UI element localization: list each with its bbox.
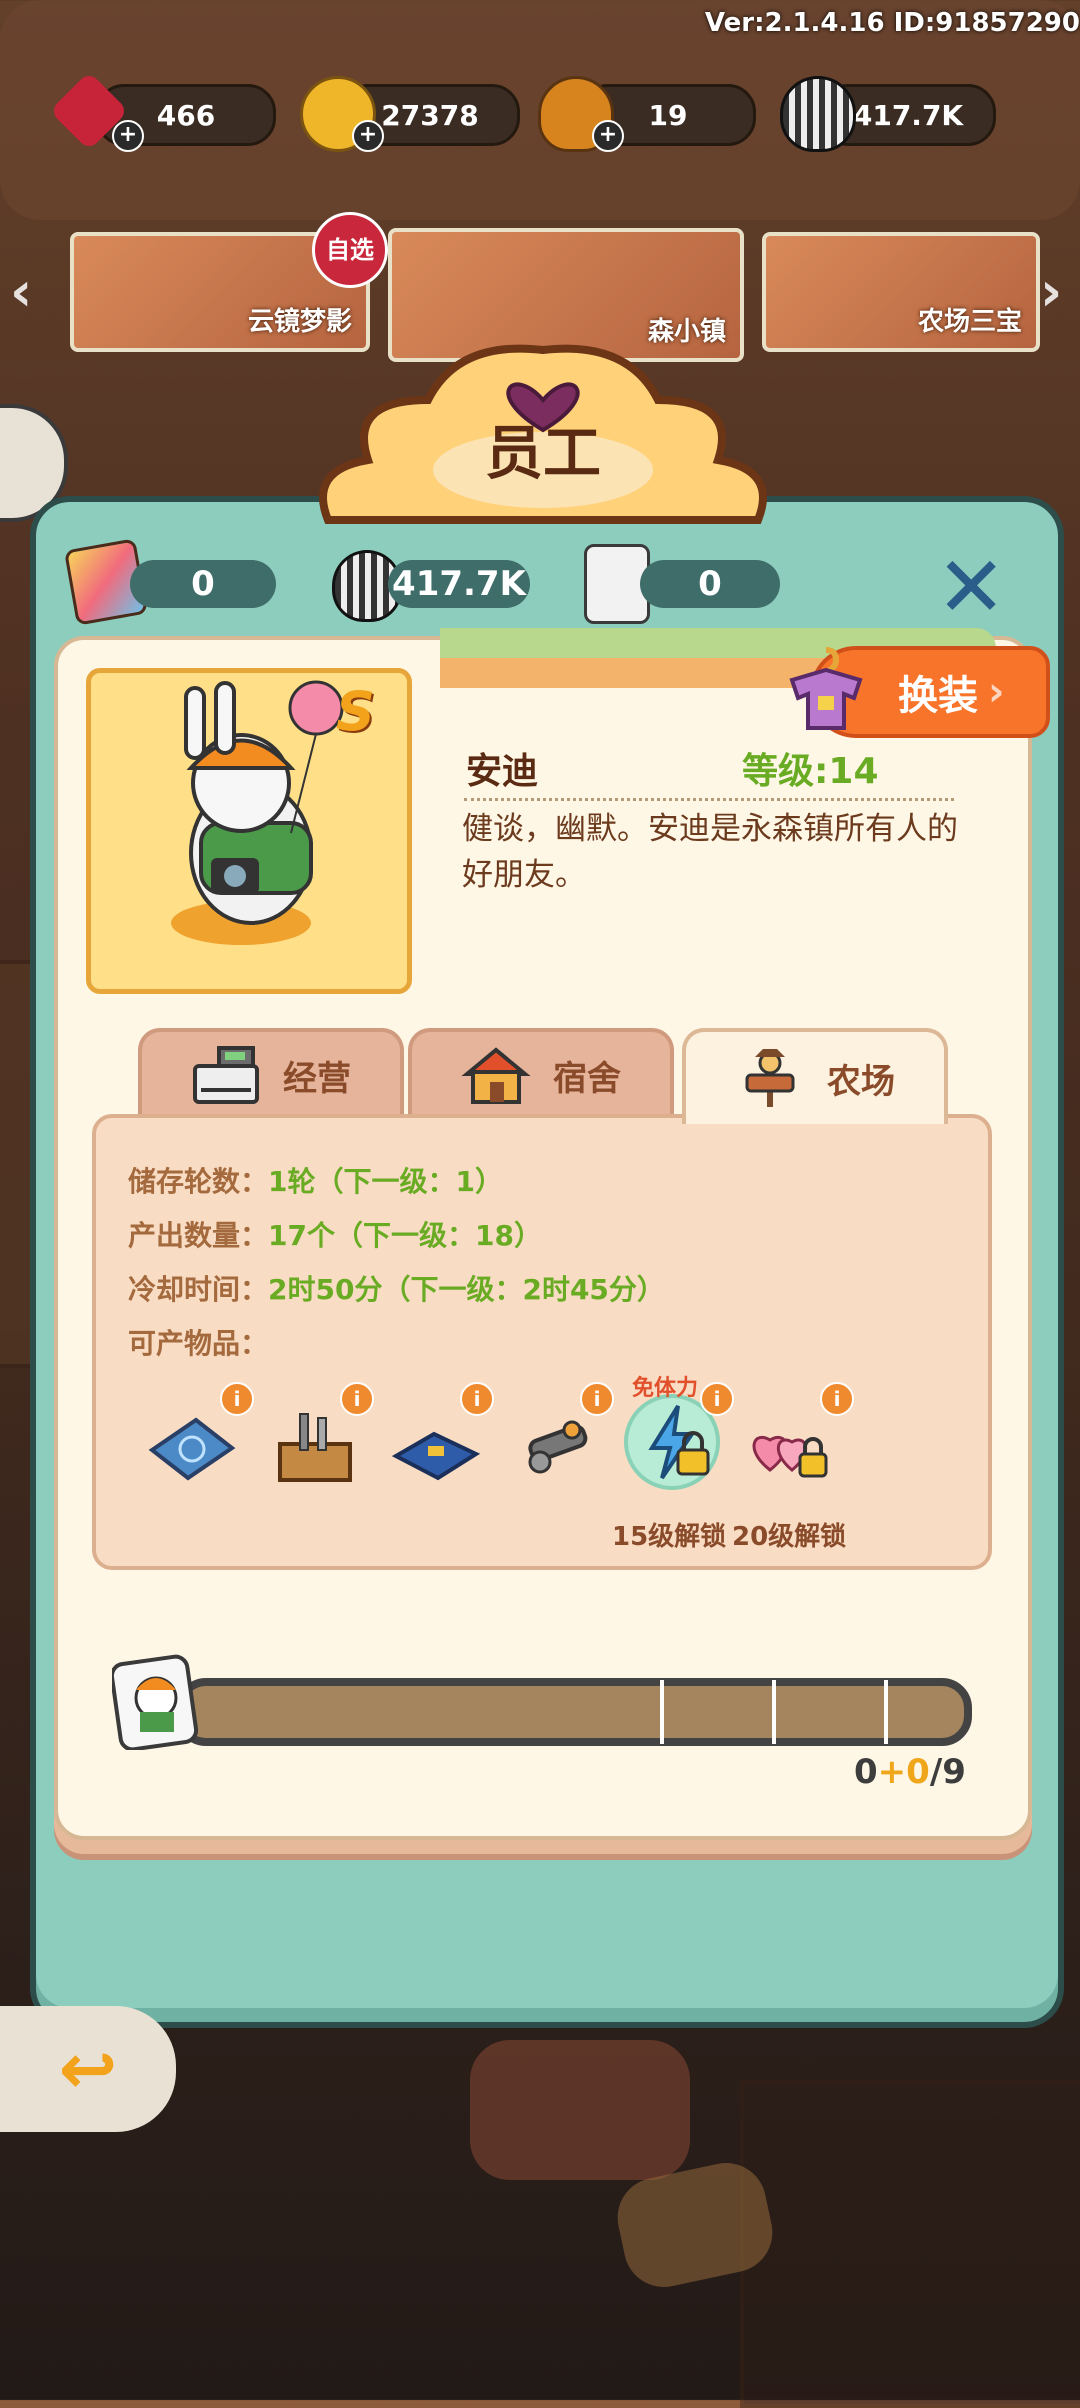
- character-level: 等级:14: [742, 751, 879, 792]
- character-description: 健谈，幽默。安迪是永森镇所有人的好朋友。: [462, 811, 958, 893]
- storage-rounds-value: 1轮（下一级：1）: [268, 1165, 503, 1198]
- cooldown-label: 冷却时间：: [128, 1273, 269, 1306]
- progress-tick: [660, 1680, 664, 1744]
- storage-rounds-row: 储存轮数：1轮（下一级：1）: [128, 1160, 503, 1200]
- chevron-right-icon: ›: [988, 669, 1005, 715]
- info-icon[interactable]: i: [460, 1382, 494, 1416]
- info-icon[interactable]: i: [220, 1382, 254, 1416]
- back-button[interactable]: ↩: [0, 2006, 176, 2132]
- cooldown-value: 2时50分（下一级：2时45分）: [268, 1273, 665, 1306]
- unlock-level-15: 15级解锁: [612, 1522, 727, 1552]
- progress-bar: [176, 1678, 972, 1746]
- tab-business[interactable]: 经营: [138, 1028, 404, 1118]
- add-gems-button[interactable]: +: [112, 120, 144, 152]
- house-icon: [461, 1047, 531, 1104]
- cash-register-icon: [193, 1046, 259, 1104]
- unlock-level-20: 20级解锁: [732, 1522, 847, 1552]
- progress-tick: [772, 1680, 776, 1744]
- rank-badge: S: [336, 680, 375, 743]
- panel-title: 员工: [484, 419, 601, 487]
- output-quantity-value: 17个（下一级：18）: [268, 1219, 542, 1252]
- divider: [464, 798, 954, 801]
- tab-business-label: 经营: [283, 1058, 351, 1099]
- info-icon[interactable]: i: [580, 1382, 614, 1416]
- seed-count: 417.7K: [388, 560, 530, 608]
- free-stamina-tag: 免体力: [632, 1376, 699, 1401]
- blueprint-icon[interactable]: [146, 1400, 238, 1492]
- outfit-hanger-icon: [789, 647, 863, 730]
- add-acorns-button[interactable]: +: [592, 120, 624, 152]
- banner-right-label: 农场三宝: [917, 307, 1022, 337]
- hearts-icon[interactable]: [740, 1400, 832, 1492]
- puzzle-count: 0: [130, 560, 276, 608]
- banner-right[interactable]: 农场三宝: [762, 232, 1040, 352]
- banner-right-arrow[interactable]: ›: [1040, 260, 1062, 323]
- tab-farm-label: 农场: [827, 1061, 895, 1102]
- output-quantity-row: 产出数量：17个（下一级：18）: [128, 1214, 542, 1254]
- producible-items-label: 可产物品：: [128, 1327, 269, 1360]
- banner-left-arrow[interactable]: ‹: [10, 260, 32, 323]
- scarecrow-icon: [745, 1049, 795, 1107]
- add-coins-button[interactable]: +: [352, 120, 384, 152]
- info-icon[interactable]: i: [820, 1382, 854, 1416]
- bunny-card-icon: [112, 1654, 198, 1750]
- sunflower-seed-icon: [780, 76, 856, 152]
- progress-tick: [884, 1680, 888, 1744]
- output-quantity-label: 产出数量：: [128, 1219, 269, 1252]
- progress-bonus: +0: [877, 1752, 930, 1792]
- bunny-card-count: 0: [640, 560, 780, 608]
- close-button[interactable]: ✕: [936, 545, 1006, 629]
- tab-dormitory-label: 宿舍: [553, 1058, 621, 1099]
- info-icon[interactable]: i: [700, 1382, 734, 1416]
- character-name: 安迪: [466, 751, 539, 792]
- version-label: Ver:2.1.4.16 ID:91857290: [704, 8, 1080, 38]
- progress-current: 0: [854, 1752, 878, 1792]
- cooldown-row: 冷却时间：2时50分（下一级：2时45分）: [128, 1268, 665, 1308]
- banner-selectable-badge: 自选: [312, 212, 388, 288]
- tab-farm[interactable]: 农场: [682, 1028, 948, 1124]
- storage-rounds-label: 储存轮数：: [128, 1165, 269, 1198]
- change-outfit-label: 换装: [898, 673, 978, 719]
- progress-total: /9: [929, 1752, 966, 1792]
- tab-dormitory[interactable]: 宿舍: [408, 1028, 674, 1118]
- progress-text: 0+0/9: [854, 1752, 966, 1792]
- info-icon[interactable]: i: [340, 1382, 374, 1416]
